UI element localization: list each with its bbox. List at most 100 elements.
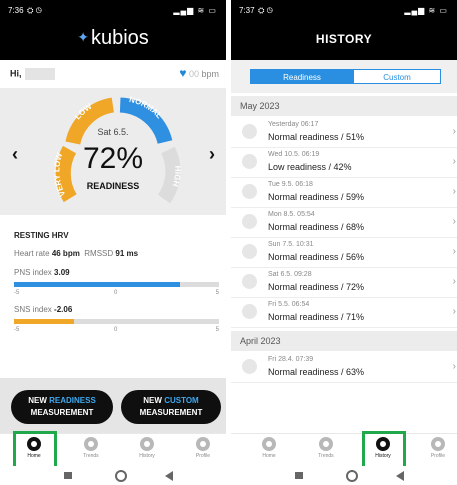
history-row[interactable]: Yesterday 06:17 Normal readiness / 51% ›	[231, 118, 457, 148]
history-row-date: Tue 9.5. 06:18	[268, 181, 313, 188]
status-notification-icons: ⛭ ◷	[258, 6, 274, 15]
history-row-date: Yesterday 06:17	[268, 121, 319, 128]
home-screen: 7:36 ⛭ ◷ ▂▄▆ ≋ ▭ ✦ kubios Hi, ♥ 00 bpm VE…	[0, 0, 226, 485]
history-row-status: Normal readiness / 63%	[268, 367, 365, 377]
nav-history[interactable]: History	[125, 437, 169, 459]
history-row[interactable]: Tue 9.5. 06:18 Normal readiness / 59% ›	[231, 178, 457, 208]
app-name: kubios	[90, 27, 149, 49]
nav-trends[interactable]: Trends	[69, 437, 113, 459]
sns-scale-mid: 0	[114, 327, 118, 333]
hrv-summary: Heart rate 46 bpm RMSSD 91 ms	[14, 249, 138, 258]
history-screen: 7:37 ⛭ ◷ ▂▄▆ ≋ ▭ HISTORY Readiness Custo…	[231, 0, 457, 485]
pns-index: PNS index 3.09	[14, 268, 70, 277]
rmssd-value: 91 ms	[115, 249, 139, 258]
trends-icon	[319, 437, 333, 451]
nav-profile[interactable]: Profile	[416, 437, 457, 459]
sns-index: SNS index -2.06	[14, 305, 72, 314]
history-row-date: Wed 10.5. 06:19	[268, 151, 320, 158]
system-nav-bar	[231, 466, 457, 485]
history-row[interactable]: Sun 7.5. 10:31 Normal readiness / 56% ›	[231, 238, 457, 268]
custom-button-suffix: MEASUREMENT	[139, 408, 203, 417]
readiness-face-icon	[242, 244, 257, 259]
readiness-face-icon	[242, 214, 257, 229]
status-signal-icons: ▂▄▆ ≋ ▭	[404, 6, 448, 15]
nav-trends-label: Trends	[318, 453, 334, 459]
kubios-mark-icon: ✦	[77, 29, 89, 45]
system-home-icon[interactable]	[346, 470, 358, 482]
status-notification-icons: ⛭ ◷	[27, 6, 43, 15]
nav-profile[interactable]: Profile	[181, 437, 225, 459]
readiness-face-icon	[242, 359, 257, 374]
chevron-right-icon: ›	[452, 186, 456, 197]
status-time: 7:37	[239, 6, 255, 15]
history-row-status: Normal readiness / 56%	[268, 252, 365, 262]
rmssd-label: RMSSD	[84, 249, 114, 258]
readiness-button-prefix: NEW	[28, 396, 47, 405]
heart-icon: ♥	[179, 66, 187, 80]
nav-profile-label: Profile	[195, 453, 211, 459]
history-icon	[140, 437, 154, 451]
greeting-text: Hi,	[10, 68, 22, 79]
month-header: May 2023	[231, 96, 457, 116]
history-row-date: Fri 5.5. 06:54	[268, 301, 310, 308]
history-row-status: Normal readiness / 72%	[268, 282, 365, 292]
gauge-date: Sat 6.5.	[97, 127, 129, 137]
history-row[interactable]: Mon 8.5. 05:54 Normal readiness / 68% ›	[231, 208, 457, 238]
status-time: 7:36	[8, 6, 24, 15]
readiness-face-icon	[242, 124, 257, 139]
custom-button-accent: CUSTOM	[164, 396, 199, 405]
pns-scale-mid: 0	[114, 290, 118, 296]
status-bar: 7:37 ⛭ ◷ ▂▄▆ ≋ ▭	[231, 0, 457, 20]
chevron-right-icon: ›	[452, 246, 456, 257]
month-label: April 2023	[240, 336, 281, 346]
readiness-face-icon	[242, 304, 257, 319]
pns-label: PNS index	[14, 268, 52, 277]
chevron-right-icon: ›	[452, 216, 456, 227]
history-row-date: Fri 28.4. 07:39	[268, 356, 314, 363]
readiness-percent: 72%	[82, 142, 144, 175]
nav-trends[interactable]: Trends	[304, 437, 348, 459]
kubios-logo: ✦ kubios	[0, 27, 226, 50]
history-row-date: Sun 7.5. 10:31	[268, 241, 314, 248]
chevron-right-icon: ›	[452, 276, 456, 287]
readiness-label: READINESS	[86, 181, 140, 191]
history-row[interactable]: Fri 28.4. 07:39 Normal readiness / 63% ›	[231, 353, 457, 383]
history-row-date: Sat 6.5. 09:28	[268, 271, 312, 278]
back-icon[interactable]	[396, 471, 404, 481]
month-label: May 2023	[240, 101, 280, 111]
app-header: ✦ kubios	[0, 20, 226, 60]
back-icon[interactable]	[165, 471, 173, 481]
status-signal-icons: ▂▄▆ ≋ ▭	[173, 6, 217, 15]
new-custom-measurement-button[interactable]: NEW CUSTOM MEASUREMENT	[121, 390, 221, 424]
readiness-face-icon	[242, 274, 257, 289]
pns-bar-fill	[14, 282, 180, 287]
chevron-right-icon: ›	[452, 126, 456, 137]
chevron-right-icon: ›	[452, 361, 456, 372]
nav-trends-label: Trends	[83, 453, 99, 459]
pns-scale-min: -5	[14, 290, 20, 296]
new-readiness-measurement-button[interactable]: NEW READINESS MEASUREMENT	[11, 390, 113, 424]
nav-home[interactable]: Home	[247, 437, 291, 459]
recent-apps-icon[interactable]	[64, 472, 72, 479]
highlight-history	[362, 431, 406, 471]
heart-rate-label: Heart rate	[14, 249, 50, 258]
history-row[interactable]: Wed 10.5. 06:19 Low readiness / 42% ›	[231, 148, 457, 178]
system-home-icon[interactable]	[115, 470, 127, 482]
history-row[interactable]: Sat 6.5. 09:28 Normal readiness / 72% ›	[231, 268, 457, 298]
chevron-right-icon: ›	[452, 156, 456, 167]
pns-value: 3.09	[54, 268, 70, 277]
sns-label: SNS index	[14, 305, 52, 314]
tab-custom[interactable]: Custom	[353, 69, 441, 84]
readiness-face-icon	[242, 154, 257, 169]
history-tabs: Readiness Custom	[231, 60, 457, 93]
custom-button-prefix: NEW	[143, 396, 162, 405]
profile-icon	[431, 437, 445, 451]
user-name-redacted	[24, 68, 55, 80]
tab-readiness[interactable]: Readiness	[250, 69, 354, 84]
sns-value: -2.06	[54, 305, 73, 314]
sns-bar-fill	[14, 319, 75, 324]
recent-apps-icon[interactable]	[295, 472, 303, 479]
app-header: HISTORY	[231, 20, 457, 60]
history-row[interactable]: Fri 5.5. 06:54 Normal readiness / 71% ›	[231, 298, 457, 328]
history-row-status: Normal readiness / 71%	[268, 312, 365, 322]
